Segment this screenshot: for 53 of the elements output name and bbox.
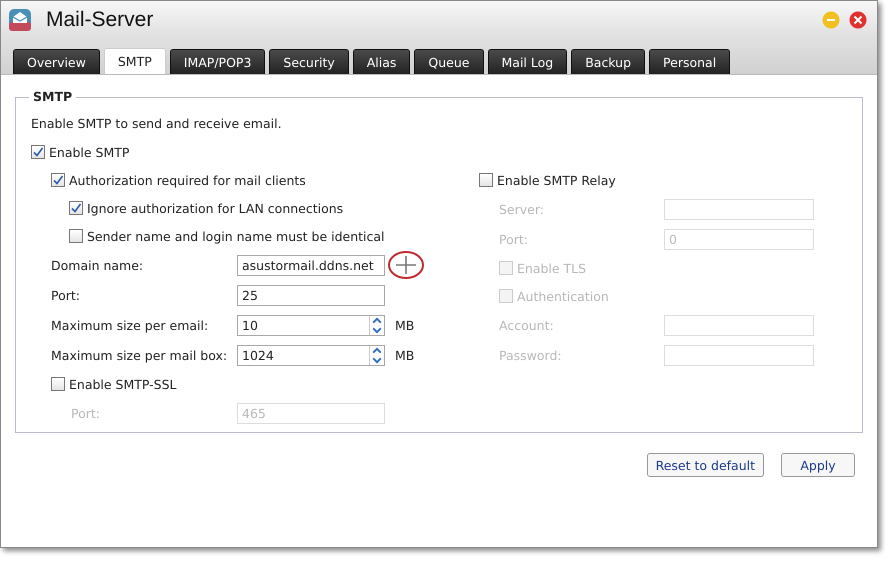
group-title: SMTP [29,89,76,104]
field-label: Account: [498,318,555,332]
action-button[interactable]: Apply [781,453,855,477]
checkbox-label: Enable SMTP [49,144,130,160]
tab[interactable]: IMAP/POP3 [170,49,266,74]
tab[interactable]: Backup [571,49,646,74]
field-label: Server: [498,202,545,216]
checkbox[interactable] [31,145,45,159]
number-field[interactable]: 1024 [237,344,385,366]
unit-label: MB [395,318,414,332]
field-value: 25 [242,288,258,302]
checkbox-label: Authentication [517,288,609,304]
field-label: Maximum size per mail box: [51,348,228,362]
field-value: asustormail.ddns.net [242,258,374,272]
field-value: 1024 [242,348,274,362]
checkbox-label: Sender name and login name must be identical [87,228,385,244]
checkbox[interactable] [51,173,65,187]
field-value: 465 [242,406,266,420]
field-label: Maximum size per email: [51,318,210,332]
field-label: Password: [498,348,563,362]
input-field[interactable]: asustormail.ddns.net [237,254,385,276]
field-value: 0 [669,232,677,246]
field-label: Port: [71,406,101,420]
checkbox[interactable] [51,377,65,391]
tab[interactable]: Security [269,49,349,74]
tab[interactable]: Personal [649,49,730,74]
window-title: Mail-Server [46,8,154,32]
spinner-arrows-icon[interactable] [369,316,384,334]
field-value: 10 [242,318,258,332]
close-button[interactable] [849,11,867,29]
tab[interactable]: Queue [414,49,484,74]
unit-label: MB [395,348,414,362]
checkbox[interactable] [69,229,83,243]
spinner-arrows-icon[interactable] [369,346,384,364]
checkbox[interactable] [69,201,83,215]
action-button[interactable]: Reset to default [646,453,764,477]
checkbox-label: Enable SMTP-SSL [69,376,177,392]
tab[interactable]: Mail Log [488,49,568,74]
checkbox-label: Enable TLS [517,260,586,276]
tab[interactable]: Overview [13,49,100,74]
description-text: Enable SMTP to send and receive email. [31,115,283,133]
checkbox-label: Enable SMTP Relay [497,172,616,188]
tab[interactable]: SMTP [104,48,166,74]
field-label: Port: [51,288,81,302]
checkbox[interactable] [479,173,493,187]
checkbox-label: Ignore authorization for LAN connections [87,200,344,216]
checkbox-label: Authorization required for mail clients [69,172,306,188]
mail-app-icon [8,8,32,32]
field-label: Port: [498,232,529,246]
field-label: Domain name: [51,258,144,272]
number-field[interactable]: 10 [237,314,385,336]
input-field[interactable]: 25 [237,284,385,306]
tab[interactable]: Alias [352,49,410,74]
